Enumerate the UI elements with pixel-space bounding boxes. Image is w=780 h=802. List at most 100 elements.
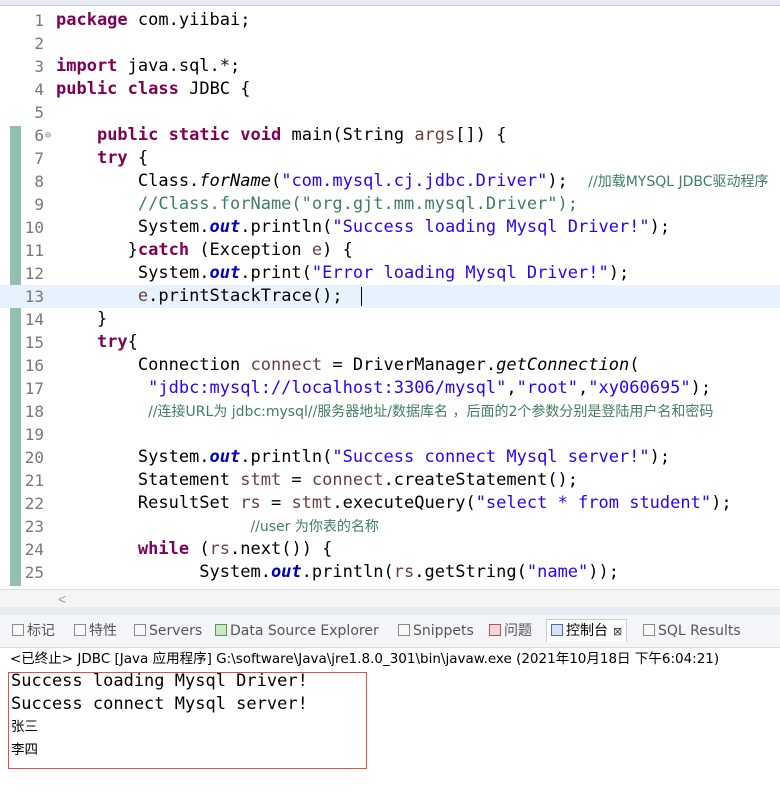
console-status: <已终止> JDBC [Java 应用程序] G:\software\Java\… (10, 651, 720, 667)
code-text: e.printStackTrace(); (56, 285, 362, 308)
line-number: 24 (24, 540, 44, 559)
code-text: import java.sql.*; (56, 56, 241, 76)
servers-icon (134, 624, 146, 636)
problems-icon (489, 624, 501, 636)
code-text: System.out.println(rs.getString("name"))… (56, 562, 619, 582)
scroll-left-icon[interactable]: < (58, 591, 66, 607)
editor-tab-strip (0, 0, 780, 6)
code-line[interactable]: 25 System.out.println(rs.getString("name… (0, 561, 780, 584)
tab-snippets[interactable]: Snippets (398, 620, 474, 642)
line-number: 18 (24, 402, 44, 421)
tab-console[interactable]: 控制台 ⊠ (546, 619, 628, 642)
console-line: Success loading Mysql Driver! (11, 671, 308, 691)
line-number: 12 (24, 264, 44, 283)
console-line: 张三 (11, 719, 38, 735)
code-line[interactable]: 2 (0, 32, 780, 55)
markers-icon (12, 624, 24, 636)
code-line[interactable]: 9 //Class.forName("org.gjt.mm.mysql.Driv… (0, 193, 780, 216)
sql-results-icon (643, 624, 655, 636)
tab-servers[interactable]: Servers (134, 620, 202, 642)
code-text: public class JDBC { (56, 79, 251, 99)
code-line[interactable]: 19 (0, 423, 780, 446)
snippets-icon (398, 624, 410, 636)
code-text: System.out.println("Success loading Mysq… (56, 217, 671, 237)
code-line[interactable]: 20 System.out.println("Success connect M… (0, 446, 780, 469)
line-number: 7 (34, 149, 44, 168)
tab-properties[interactable]: 特性 (74, 620, 117, 642)
line-number: 21 (24, 471, 44, 490)
code-text: ResultSet rs = stmt.executeQuery("select… (56, 493, 732, 513)
code-text: Connection connect = DriverManager.getCo… (56, 355, 640, 375)
code-line[interactable]: 7 try { (0, 147, 780, 170)
tab-markers[interactable]: 标记 (12, 620, 55, 642)
code-line[interactable]: 15 try{ (0, 331, 780, 354)
code-text: while (rs.next()) { (137, 539, 333, 559)
line-number: 6 (34, 126, 44, 145)
view-tab-bar: 标记 特性 Servers Data Source Explorer Snipp… (0, 615, 780, 648)
code-text: try { (96, 148, 149, 168)
line-number: 15 (24, 333, 44, 352)
code-line[interactable]: 14 } (0, 308, 780, 331)
code-line[interactable]: 5 (0, 101, 780, 124)
console-line: Success connect Mysql server! (11, 694, 308, 714)
code-line[interactable]: 12 System.out.print("Error loading Mysql… (0, 262, 780, 285)
tab-problems[interactable]: 问题 (489, 620, 532, 642)
fold-toggle-icon[interactable]: ⊖ (45, 124, 51, 147)
text-caret (360, 286, 362, 306)
code-text: "jdbc:mysql://localhost:3306/mysql","roo… (148, 378, 712, 398)
line-number: 13 (24, 287, 44, 306)
close-icon[interactable]: ⊠ (613, 625, 622, 638)
line-number: 20 (24, 448, 44, 467)
console-icon (551, 624, 563, 636)
line-number: 5 (34, 103, 44, 122)
line-number: 4 (34, 80, 44, 99)
code-line[interactable]: 6 ⊖ public static void main(String args[]… (0, 124, 780, 147)
properties-icon (74, 624, 86, 636)
code-line[interactable]: 1 package com.yiibai; (0, 9, 780, 32)
console-output[interactable]: Success loading Mysql Driver! Success co… (0, 670, 780, 802)
line-number: 10 (24, 218, 44, 237)
tab-sql-results[interactable]: SQL Results (643, 620, 741, 642)
code-text: Class.forName("com.mysql.cj.jdbc.Driver"… (56, 171, 769, 191)
code-text: Statement stmt = connect.createStatement… (56, 470, 579, 490)
line-number: 8 (34, 172, 44, 191)
code-line[interactable]: 24 while (rs.next()) { (0, 538, 780, 561)
code-text: try{ (96, 332, 138, 352)
line-number: 23 (24, 517, 44, 536)
data-source-icon (215, 624, 227, 636)
code-text: public static void main(String args[]) { (96, 125, 507, 145)
code-line[interactable]: 22 ResultSet rs = stmt.executeQuery("sel… (0, 492, 780, 515)
console-line: 李四 (11, 742, 38, 758)
line-number: 1 (34, 11, 44, 30)
code-line[interactable]: 23 //user 为你表的名称 (0, 515, 780, 538)
code-line[interactable]: 13 e.printStackTrace(); (0, 285, 780, 308)
line-number: 9 (34, 195, 44, 214)
code-line[interactable]: 8 Class.forName("com.mysql.cj.jdbc.Drive… (0, 170, 780, 193)
code-text: //user 为你表的名称 (250, 519, 379, 535)
code-line[interactable]: 11 }catch (Exception e) { (0, 239, 780, 262)
code-editor[interactable]: 1 package com.yiibai; 2 3 import java.sql.*;… (0, 0, 780, 589)
line-number: 22 (24, 494, 44, 513)
line-number: 14 (24, 310, 44, 329)
code-line[interactable]: 17 "jdbc:mysql://localhost:3306/mysql","… (0, 377, 780, 400)
line-number: 16 (24, 356, 44, 375)
code-text: //Class.forName("org.gjt.mm.mysql.Driver… (137, 194, 578, 214)
horizontal-scrollbar[interactable]: < (0, 589, 780, 608)
tab-data-source-explorer[interactable]: Data Source Explorer (215, 620, 379, 642)
code-text: System.out.println("Success connect Mysq… (56, 447, 671, 467)
code-line[interactable]: 4 public class JDBC { (0, 78, 780, 101)
code-line[interactable]: 18 //连接URL为 jdbc:mysql//服务器地址/数据库名 ，后面的2… (0, 400, 780, 423)
line-number: 19 (24, 425, 44, 444)
code-line[interactable]: 10 System.out.println("Success loading M… (0, 216, 780, 239)
line-number: 25 (24, 563, 44, 582)
panel-separator (0, 607, 780, 615)
code-text: } (56, 309, 108, 329)
code-text: package com.yiibai; (56, 10, 251, 30)
code-line[interactable]: 21 Statement stmt = connect.createStatem… (0, 469, 780, 492)
code-text: }catch (Exception e) { (56, 240, 353, 260)
code-line[interactable]: 16 Connection connect = DriverManager.ge… (0, 354, 780, 377)
code-text: System.out.print("Error loading Mysql Dr… (56, 263, 630, 283)
code-line[interactable]: 3 import java.sql.*; (0, 55, 780, 78)
line-number: 3 (34, 57, 44, 76)
line-number: 17 (24, 379, 44, 398)
